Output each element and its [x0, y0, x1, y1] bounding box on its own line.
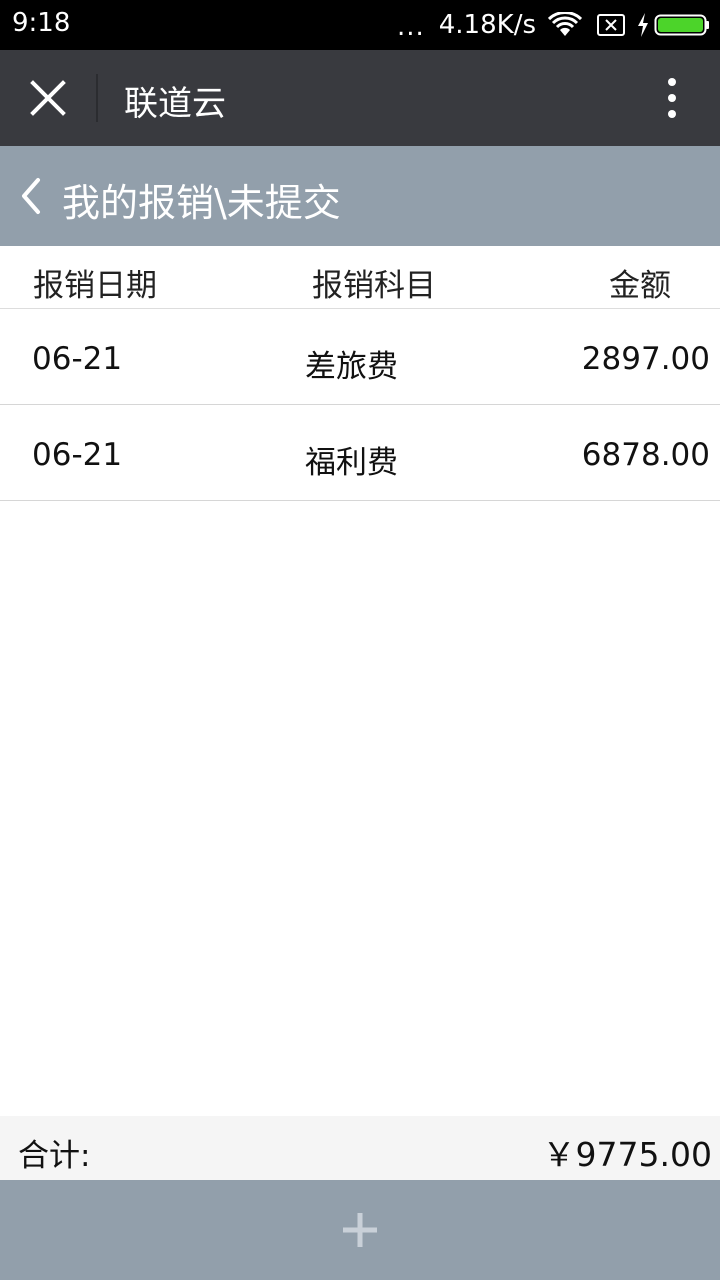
- column-header-date: 报销日期: [33, 268, 157, 304]
- page-title: 我的报销\未提交: [62, 181, 341, 225]
- nav-bar: 我的报销\未提交: [0, 146, 720, 246]
- total-value: ￥9775.00: [542, 1135, 712, 1174]
- table-row[interactable]: 06-21 福利费 6878.00: [0, 405, 720, 501]
- status-bar: 9:18 ... 4.18K/s: [0, 0, 720, 50]
- row-subject: 差旅费: [305, 349, 398, 385]
- status-indicators: ... 4.18K/s: [397, 6, 710, 44]
- more-notifications-icon: ...: [396, 12, 425, 42]
- battery-icon: [654, 12, 710, 38]
- sim-none-icon: [596, 13, 626, 37]
- table-header: 报销日期 报销科目 金额: [0, 246, 720, 309]
- row-date: 06-21: [32, 341, 123, 377]
- status-time: 9:18: [12, 8, 71, 38]
- title-divider: [96, 74, 98, 122]
- title-bar: 联道云: [0, 50, 720, 146]
- column-header-subject: 报销科目: [312, 268, 436, 304]
- wifi-icon: [548, 12, 582, 38]
- column-header-amount: 金额: [609, 268, 671, 304]
- charging-icon: [636, 12, 650, 38]
- row-amount: 6878.00: [581, 437, 710, 473]
- total-label: 合计:: [18, 1138, 91, 1174]
- plus-icon[interactable]: [340, 1210, 380, 1250]
- chevron-left-icon[interactable]: [16, 176, 46, 216]
- total-bar: 合计: ￥9775.00: [0, 1116, 720, 1180]
- close-icon[interactable]: [28, 78, 68, 118]
- app-title: 联道云: [124, 84, 226, 124]
- add-bar: [0, 1180, 720, 1280]
- more-vertical-icon[interactable]: [660, 76, 684, 122]
- network-speed: 4.18K/s: [438, 10, 536, 40]
- row-date: 06-21: [32, 437, 123, 473]
- row-amount: 2897.00: [581, 341, 710, 377]
- row-subject: 福利费: [305, 445, 398, 481]
- table-row[interactable]: 06-21 差旅费 2897.00: [0, 309, 720, 405]
